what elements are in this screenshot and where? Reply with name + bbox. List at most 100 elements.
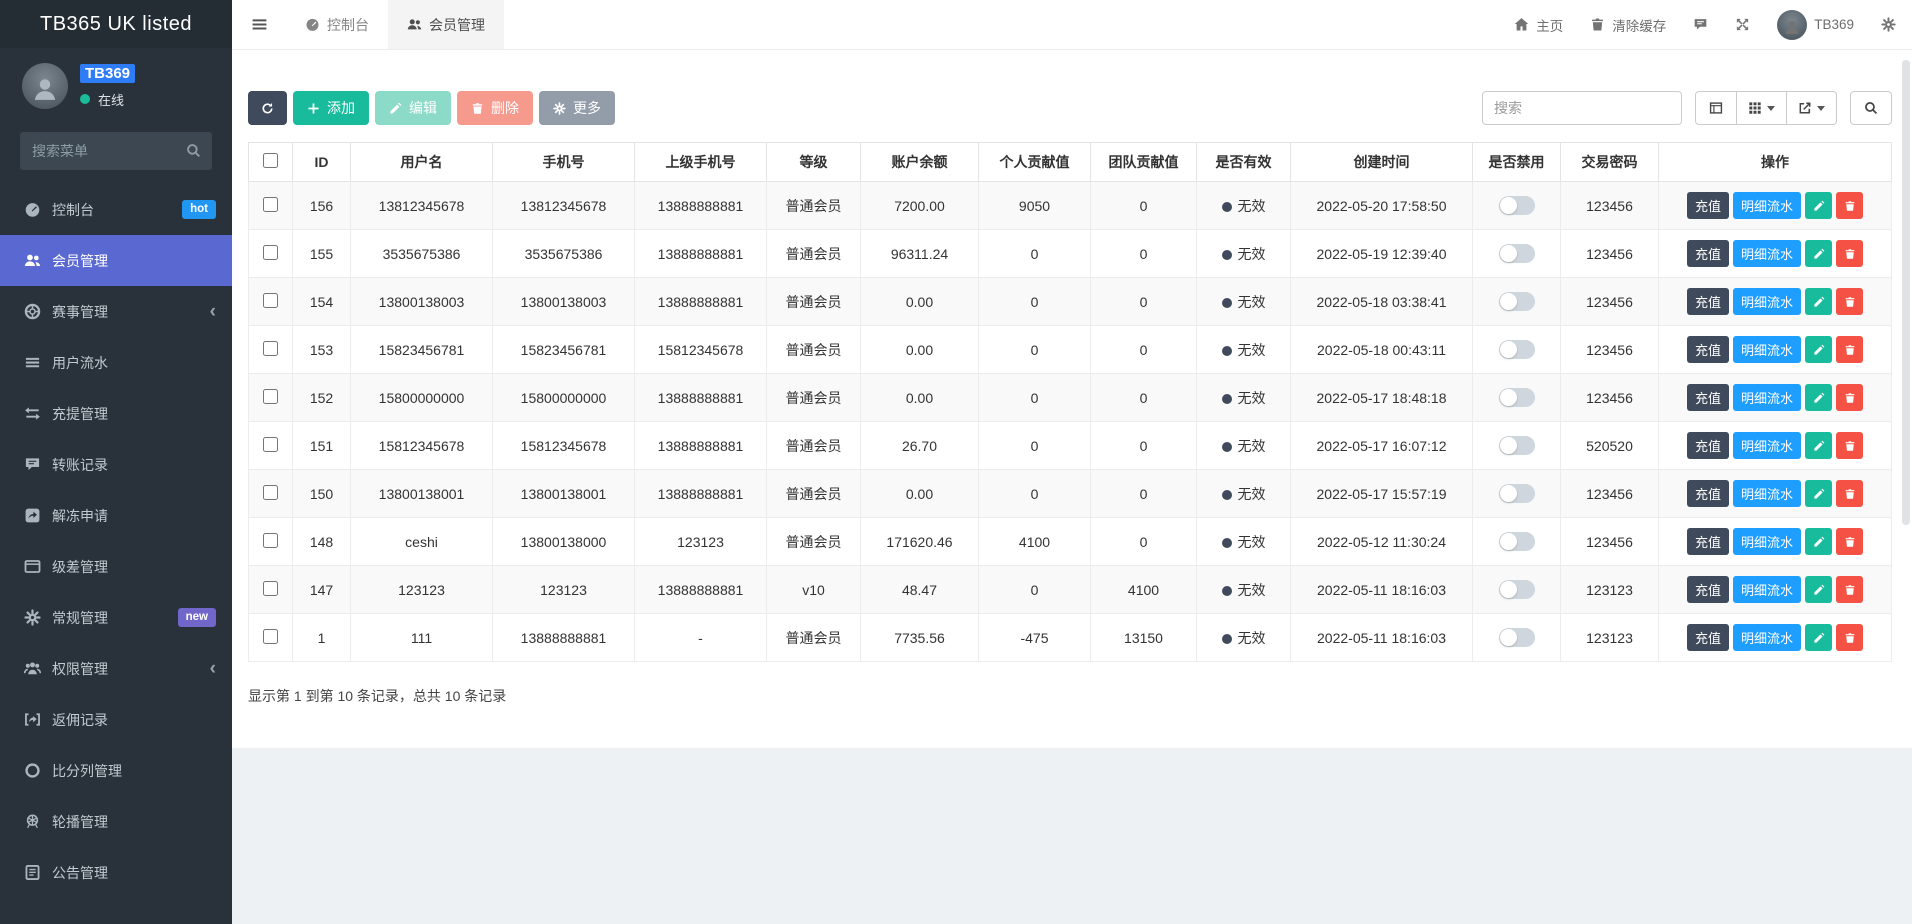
- row-delete-button[interactable]: [1836, 288, 1864, 315]
- col-parent-phone[interactable]: 上级手机号: [634, 142, 767, 182]
- fullscreen-button[interactable]: [1735, 17, 1750, 32]
- detail-flow-button[interactable]: 明细流水: [1733, 624, 1802, 651]
- row-checkbox[interactable]: [263, 532, 278, 548]
- refresh-button[interactable]: [248, 91, 287, 125]
- row-checkbox[interactable]: [263, 388, 278, 404]
- sidebar-item-members[interactable]: 会员管理: [0, 235, 232, 286]
- col-valid[interactable]: 是否有效: [1196, 142, 1291, 182]
- row-edit-button[interactable]: [1805, 288, 1833, 315]
- disable-toggle[interactable]: [1498, 340, 1535, 359]
- search-submit-button[interactable]: [1850, 91, 1892, 125]
- row-delete-button[interactable]: [1836, 240, 1864, 267]
- sidebar-item-level-diff[interactable]: 级差管理: [0, 541, 232, 592]
- recharge-button[interactable]: 充值: [1686, 432, 1729, 459]
- row-delete-button[interactable]: [1836, 480, 1864, 507]
- detail-flow-button[interactable]: 明细流水: [1733, 528, 1802, 555]
- disable-toggle[interactable]: [1498, 292, 1535, 311]
- recharge-button[interactable]: 充值: [1686, 528, 1729, 555]
- row-checkbox[interactable]: [263, 244, 278, 260]
- detail-flow-button[interactable]: 明细流水: [1733, 432, 1802, 459]
- row-delete-button[interactable]: [1836, 432, 1864, 459]
- row-edit-button[interactable]: [1805, 480, 1833, 507]
- sidebar-toggle-button[interactable]: [232, 0, 286, 49]
- col-id[interactable]: ID: [292, 142, 351, 182]
- row-delete-button[interactable]: [1836, 336, 1864, 363]
- row-checkbox[interactable]: [263, 628, 278, 644]
- row-edit-button[interactable]: [1805, 384, 1833, 411]
- tab-members[interactable]: 会员管理: [388, 0, 504, 49]
- recharge-button[interactable]: 充值: [1686, 480, 1729, 507]
- sidebar-item-permissions[interactable]: 权限管理 ‹: [0, 643, 232, 694]
- sidebar-item-user-flow[interactable]: 用户流水: [0, 337, 232, 388]
- recharge-button[interactable]: 充值: [1686, 336, 1729, 363]
- col-username[interactable]: 用户名: [350, 142, 493, 182]
- sidebar-item-announcements[interactable]: 公告管理: [0, 847, 232, 898]
- columns-button[interactable]: [1737, 91, 1787, 125]
- detail-view-button[interactable]: [1695, 91, 1737, 125]
- row-checkbox[interactable]: [263, 484, 278, 500]
- detail-flow-button[interactable]: 明细流水: [1733, 240, 1802, 267]
- detail-flow-button[interactable]: 明细流水: [1733, 336, 1802, 363]
- clear-cache-link[interactable]: 清除缓存: [1590, 15, 1666, 35]
- row-delete-button[interactable]: [1836, 384, 1864, 411]
- row-edit-button[interactable]: [1805, 336, 1833, 363]
- detail-flow-button[interactable]: 明细流水: [1733, 576, 1802, 603]
- col-balance[interactable]: 账户余额: [860, 142, 979, 182]
- row-checkbox[interactable]: [263, 436, 278, 452]
- add-button[interactable]: 添加: [293, 91, 369, 125]
- sidebar-item-deposit-withdraw[interactable]: 充提管理: [0, 388, 232, 439]
- col-personal-contribution[interactable]: 个人贡献值: [978, 142, 1091, 182]
- disable-toggle[interactable]: [1498, 388, 1535, 407]
- row-edit-button[interactable]: [1805, 624, 1833, 651]
- row-checkbox[interactable]: [263, 340, 278, 356]
- disable-toggle[interactable]: [1498, 484, 1535, 503]
- col-team-contribution[interactable]: 团队贡献值: [1090, 142, 1197, 182]
- recharge-button[interactable]: 充值: [1686, 384, 1729, 411]
- disable-toggle[interactable]: [1498, 436, 1535, 455]
- tab-dashboard[interactable]: 控制台: [286, 0, 388, 49]
- row-checkbox[interactable]: [263, 196, 278, 212]
- sidebar-item-dashboard[interactable]: 控制台 hot: [0, 184, 232, 235]
- more-button[interactable]: 更多: [539, 91, 615, 125]
- sidebar-item-unfreeze[interactable]: 解冻申请: [0, 490, 232, 541]
- settings-button[interactable]: [1881, 17, 1896, 32]
- recharge-button[interactable]: 充值: [1686, 576, 1729, 603]
- col-phone[interactable]: 手机号: [492, 142, 635, 182]
- row-checkbox[interactable]: [263, 292, 278, 308]
- disable-toggle[interactable]: [1498, 244, 1535, 263]
- recharge-button[interactable]: 充值: [1686, 192, 1729, 219]
- sidebar-item-matches[interactable]: 赛事管理 ‹: [0, 286, 232, 337]
- detail-flow-button[interactable]: 明细流水: [1733, 480, 1802, 507]
- sidebar-item-general[interactable]: 常规管理 new: [0, 592, 232, 643]
- row-edit-button[interactable]: [1805, 192, 1833, 219]
- disable-toggle[interactable]: [1498, 532, 1535, 551]
- detail-flow-button[interactable]: 明细流水: [1733, 288, 1802, 315]
- menu-search-input[interactable]: [20, 132, 212, 170]
- col-created[interactable]: 创建时间: [1290, 142, 1473, 182]
- row-edit-button[interactable]: [1805, 432, 1833, 459]
- edit-button[interactable]: 编辑: [375, 91, 451, 125]
- col-operations[interactable]: 操作: [1658, 142, 1892, 182]
- row-edit-button[interactable]: [1805, 528, 1833, 555]
- row-delete-button[interactable]: [1836, 528, 1864, 555]
- row-delete-button[interactable]: [1836, 624, 1864, 651]
- detail-flow-button[interactable]: 明细流水: [1733, 384, 1802, 411]
- recharge-button[interactable]: 充值: [1686, 240, 1729, 267]
- disable-toggle[interactable]: [1498, 580, 1535, 599]
- user-menu[interactable]: TB369: [1777, 9, 1854, 40]
- row-checkbox[interactable]: [263, 580, 278, 596]
- scrollbar[interactable]: [1902, 60, 1910, 525]
- detail-flow-button[interactable]: 明细流水: [1733, 192, 1802, 219]
- recharge-button[interactable]: 充值: [1686, 624, 1729, 651]
- home-link[interactable]: 主页: [1514, 15, 1563, 35]
- sidebar-item-commission[interactable]: 返佣记录: [0, 694, 232, 745]
- sidebar-item-score-column[interactable]: 比分列管理: [0, 745, 232, 796]
- row-edit-button[interactable]: [1805, 576, 1833, 603]
- disable-toggle[interactable]: [1498, 628, 1535, 647]
- sidebar-item-transfers[interactable]: 转账记录: [0, 439, 232, 490]
- col-level[interactable]: 等级: [766, 142, 861, 182]
- disable-toggle[interactable]: [1498, 196, 1535, 215]
- col-trade-password[interactable]: 交易密码: [1560, 142, 1659, 182]
- export-button[interactable]: [1787, 91, 1837, 125]
- select-all-checkbox[interactable]: [263, 153, 278, 168]
